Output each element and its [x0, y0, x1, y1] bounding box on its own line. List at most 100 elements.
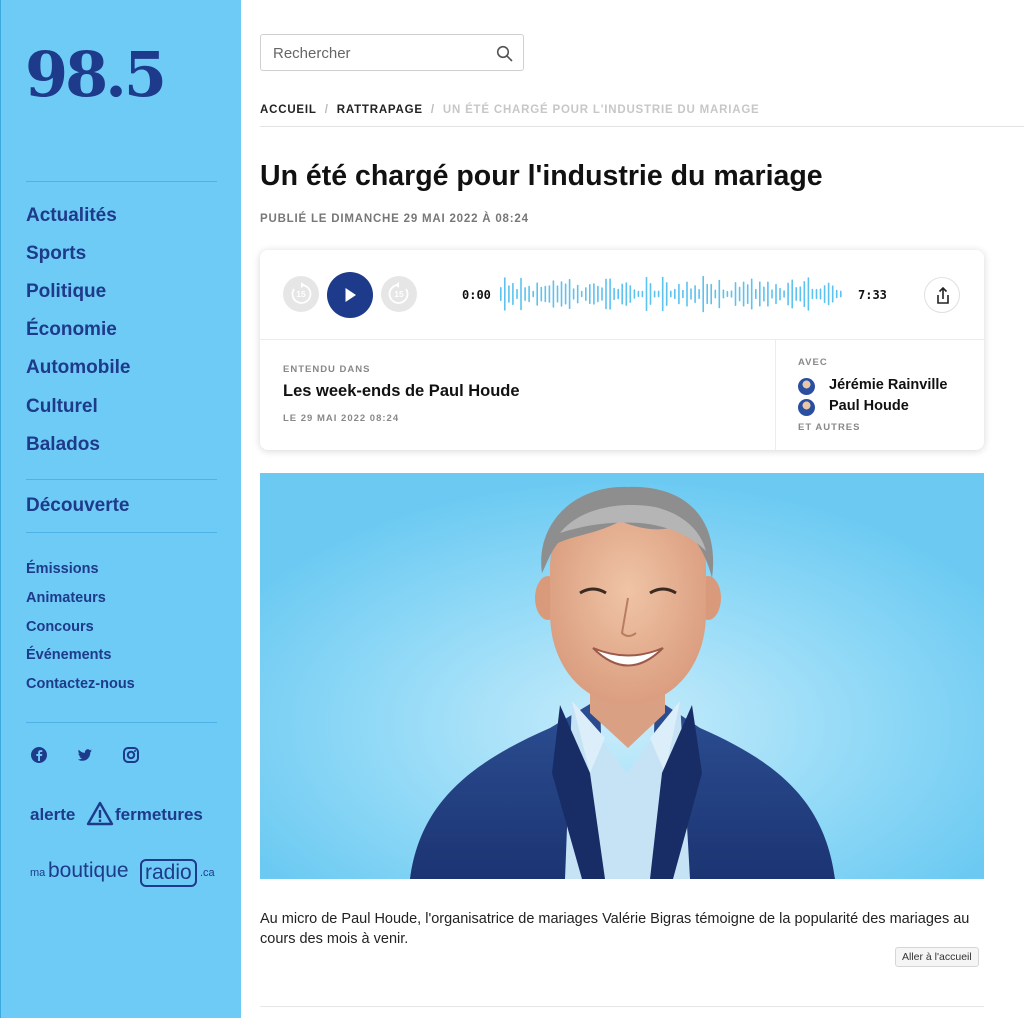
host-portrait-image: [260, 473, 984, 879]
waveform-bar: [585, 287, 587, 301]
sidebar-item-sports[interactable]: Sports: [26, 243, 86, 265]
show-name-link[interactable]: Les week-ends de Paul Houde: [283, 382, 520, 401]
waveform-bar: [840, 290, 842, 298]
waveform-bar: [613, 287, 615, 301]
waveform-bar: [629, 285, 632, 303]
search-icon[interactable]: [496, 45, 513, 62]
waveform-bar: [560, 281, 563, 307]
rewind-15-button[interactable]: 15: [283, 276, 319, 312]
fermetures-word: fermetures: [115, 805, 203, 824]
site-logo[interactable]: 98.5: [25, 44, 167, 106]
tooltip: Aller à l'accueil: [895, 947, 979, 967]
waveform-bar: [791, 279, 793, 309]
waveform-bar: [746, 284, 749, 304]
waveform-bar: [763, 286, 765, 302]
waveform-bar: [702, 275, 704, 313]
waveform-bar: [512, 282, 514, 306]
waveform-bar: [779, 287, 781, 301]
sidebar-item-culturel[interactable]: Culturel: [26, 396, 98, 418]
sidebar-item-concours[interactable]: Concours: [26, 619, 94, 635]
twitter-icon[interactable]: [76, 746, 94, 764]
waveform-bar: [564, 283, 567, 305]
waveform-bar: [694, 285, 696, 303]
sidebar-item-contact[interactable]: Contactez-nous: [26, 676, 135, 692]
rewind-label: 15: [296, 289, 306, 299]
waveform-bar: [532, 290, 534, 298]
waveform-bar: [589, 284, 591, 304]
waveform-bar: [657, 290, 660, 298]
sidebar-item-actualites[interactable]: Actualités: [26, 205, 117, 227]
sidebar-item-balados[interactable]: Balados: [26, 434, 100, 456]
audio-waveform[interactable]: [500, 272, 844, 316]
waveform-bar: [548, 285, 551, 303]
waveform-bar: [726, 290, 729, 298]
article-caption: Au micro de Paul Houde, l'organisatrice …: [260, 911, 970, 947]
sidebar-item-animateurs[interactable]: Animateurs: [26, 590, 106, 606]
total-time: 7:33: [858, 288, 887, 302]
waveform-bar: [524, 287, 526, 301]
breadcrumb: ACCUEIL / RATTRAPAGE / UN ÉTÉ CHARGÉ POUR L'…: [260, 104, 760, 116]
waveform-bar: [682, 289, 684, 299]
breadcrumb-section[interactable]: RATTRAPAGE: [337, 104, 423, 116]
waveform-bar: [799, 286, 802, 302]
waveform-bar: [738, 286, 741, 302]
waveform-bar: [661, 276, 664, 312]
divider: [260, 339, 984, 340]
sidebar-item-automobile[interactable]: Automobile: [26, 357, 131, 379]
page-title: Un été chargé pour l'industrie du mariag…: [260, 160, 823, 192]
radio-word: radio: [140, 859, 197, 887]
waveform-bar: [593, 283, 595, 305]
waveform-bar: [516, 288, 518, 299]
sidebar-item-decouverte[interactable]: Découverte: [26, 495, 130, 517]
waveform-bar: [508, 285, 510, 303]
current-time: 0:00: [462, 288, 491, 302]
share-button[interactable]: [924, 277, 960, 313]
sidebar-item-evenements[interactable]: Événements: [26, 647, 111, 663]
avatar: [798, 378, 815, 395]
facebook-icon[interactable]: [30, 746, 48, 764]
host-name: Jérémie Rainville: [829, 377, 948, 393]
waveform-bar: [742, 281, 745, 307]
waveform-bar: [787, 282, 789, 306]
waveform-bar: [665, 282, 668, 306]
boutique-prefix: ma: [30, 867, 46, 879]
waveform-bar: [775, 283, 777, 305]
waveform-bar: [520, 277, 522, 311]
published-date: PUBLIÉ LE DIMANCHE 29 MAI 2022 À 08:24: [260, 213, 529, 225]
sidebar-item-emissions[interactable]: Émissions: [26, 561, 99, 577]
waveform-bar: [601, 287, 603, 301]
waveform-bar: [690, 288, 692, 300]
waveform-bar: [556, 285, 559, 303]
waveform-bar: [674, 288, 676, 300]
breadcrumb-separator: /: [324, 104, 329, 116]
forward-15-button[interactable]: 15: [381, 276, 417, 312]
sidebar-item-economie[interactable]: Économie: [26, 319, 117, 341]
breadcrumb-home[interactable]: ACCUEIL: [260, 104, 317, 116]
waveform-bar: [597, 285, 599, 303]
alerte-fermetures-logo[interactable]: alerte fermetures: [30, 801, 220, 829]
waveform-bar: [730, 290, 733, 298]
sidebar: 98.5 Actualités Sports Politique Économi…: [0, 0, 241, 1018]
waveform-bar: [722, 289, 725, 299]
waveform-bar: [755, 288, 757, 300]
ma-boutique-radio-logo[interactable]: ma boutique radio .ca: [30, 850, 220, 894]
waveform-bar: [576, 284, 579, 304]
waveform-bar: [783, 290, 785, 298]
waveform-bar: [771, 289, 773, 299]
waveform-bar: [734, 282, 737, 306]
instagram-icon[interactable]: [122, 746, 140, 764]
play-button[interactable]: [327, 272, 373, 318]
waveform-bar: [750, 278, 753, 310]
waveform-bar: [670, 290, 672, 298]
waveform-bar: [795, 287, 797, 301]
sidebar-divider: [26, 722, 217, 723]
waveform-bar: [811, 288, 814, 300]
waveform-bar: [617, 288, 619, 300]
waveform-bar: [803, 281, 806, 308]
forward-label: 15: [394, 289, 404, 299]
search-input[interactable]: [273, 43, 493, 63]
sidebar-divider: [26, 479, 217, 480]
play-icon: [345, 288, 356, 302]
breadcrumb-separator: /: [430, 104, 435, 116]
sidebar-item-politique[interactable]: Politique: [26, 281, 106, 303]
